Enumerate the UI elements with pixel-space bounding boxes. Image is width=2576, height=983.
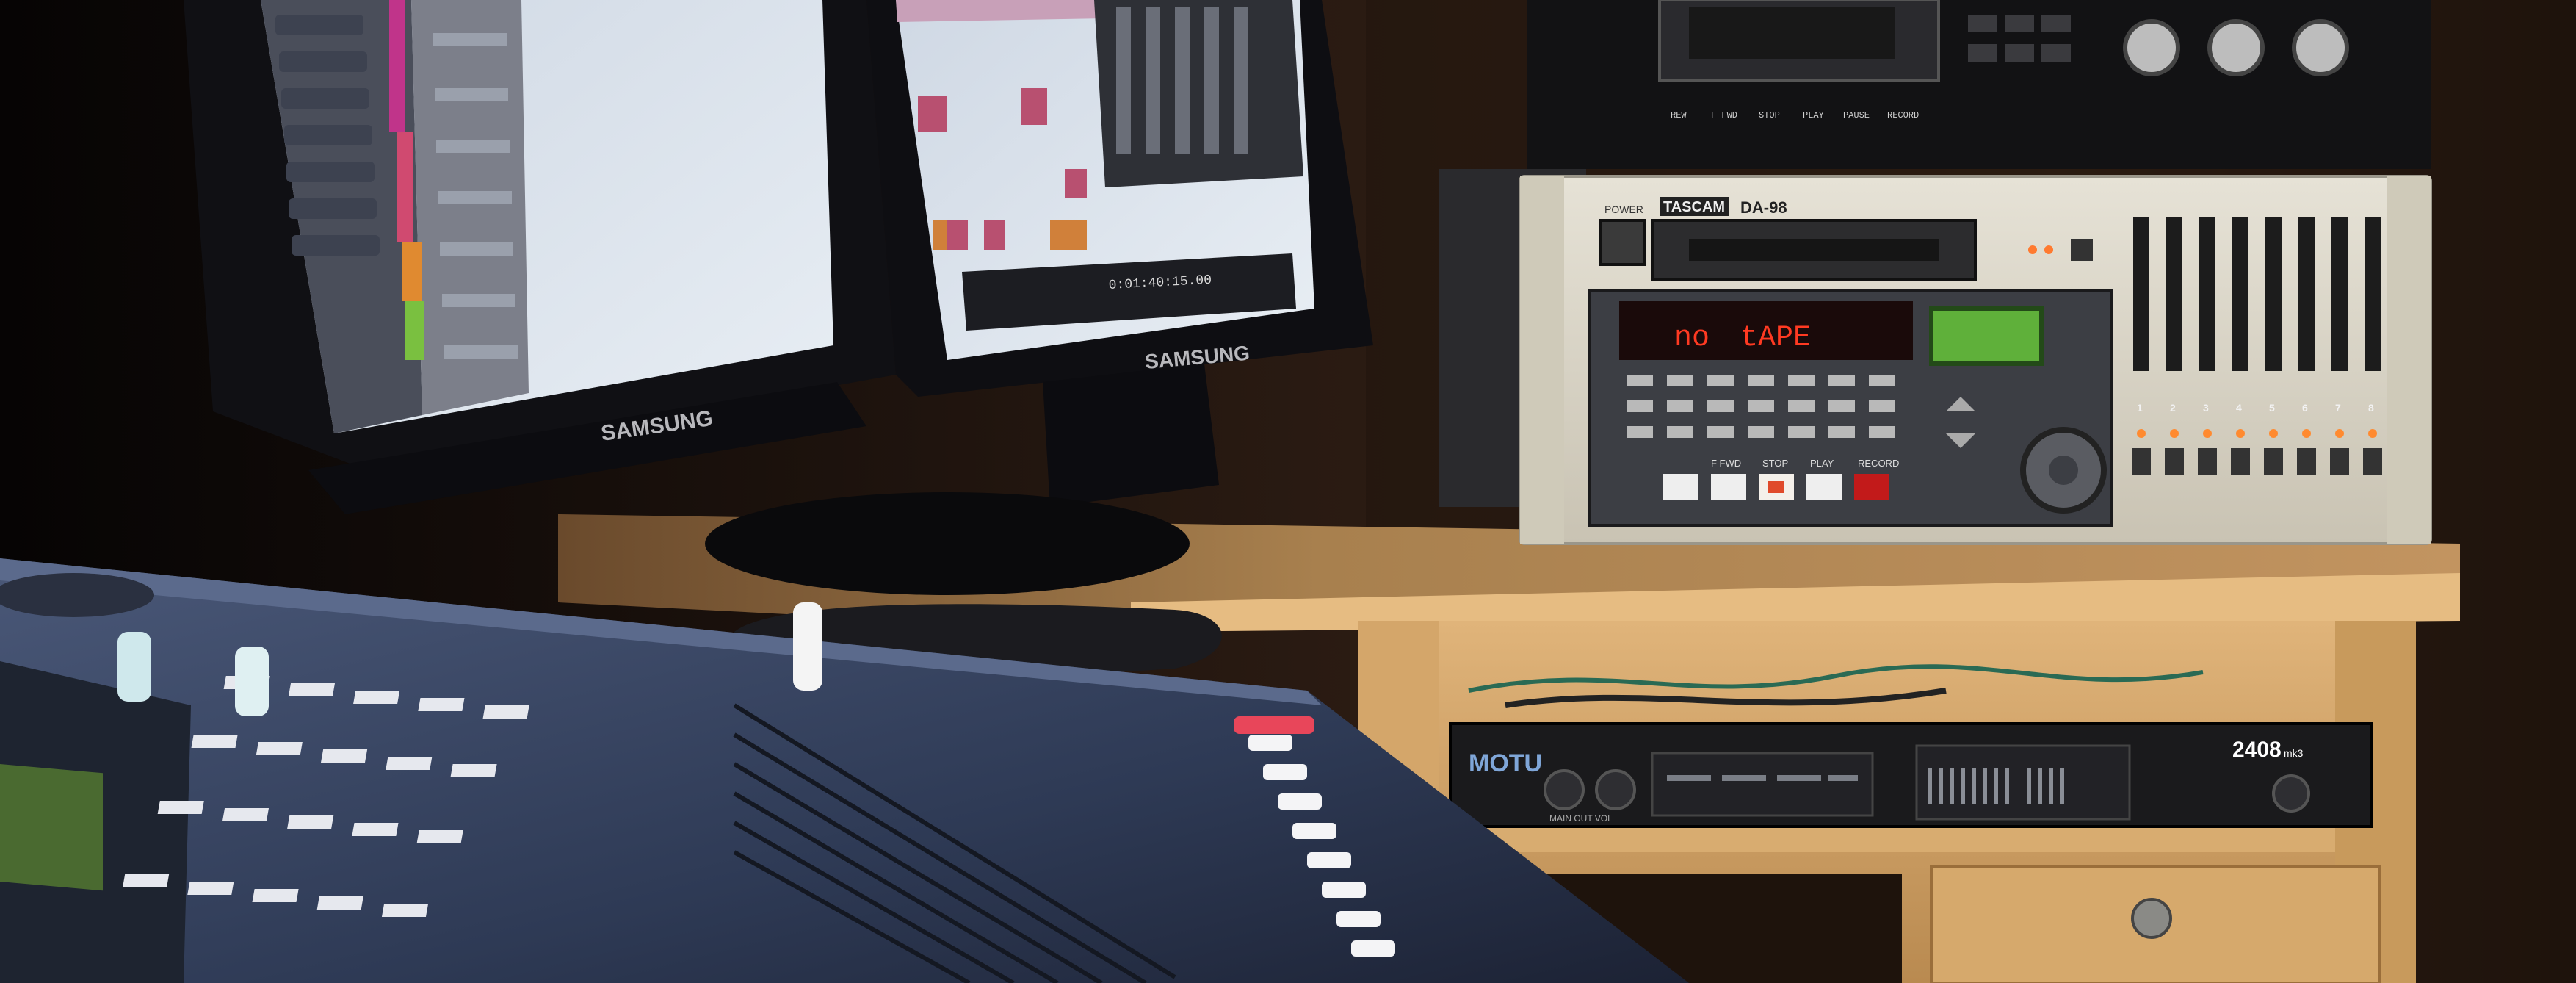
svg-text:5: 5 <box>2269 402 2275 414</box>
console-knob[interactable] <box>117 632 151 702</box>
svg-text:PLAY: PLAY <box>1803 110 1824 120</box>
svg-text:RECORD: RECORD <box>1887 110 1919 120</box>
svg-text:PLAY: PLAY <box>1810 458 1834 469</box>
svg-text:PAUSE: PAUSE <box>1843 110 1870 120</box>
svg-text:F FWD: F FWD <box>1711 110 1737 120</box>
display-text-2: tAPE <box>1740 322 1811 355</box>
record-button[interactable] <box>1854 474 1889 500</box>
studio-scene-svg: SAMSUNG 0:01:40:15.00 SAMSUNG REW F FWD … <box>0 0 2576 983</box>
play-button[interactable] <box>1806 474 1842 500</box>
svg-text:REW: REW <box>1671 110 1687 120</box>
display-text-1: no <box>1674 322 1710 355</box>
motu-model: 2408 <box>2232 738 2282 762</box>
ffwd-button[interactable] <box>1711 474 1746 500</box>
svg-text:2: 2 <box>2170 402 2176 414</box>
drawer-knob <box>2131 898 2172 939</box>
svg-text:mk3: mk3 <box>2284 747 2304 759</box>
power-button[interactable] <box>1599 219 1646 266</box>
console-knob[interactable] <box>235 647 269 716</box>
svg-text:F FWD: F FWD <box>1711 458 1741 469</box>
motu-2408: MOTU MAIN OUT VOL 2408 mk3 <box>1449 722 2373 828</box>
svg-text:6: 6 <box>2302 402 2308 414</box>
lcd-display <box>1929 306 2044 366</box>
main-out-volume-knob[interactable] <box>1544 769 1585 810</box>
svg-text:8: 8 <box>2368 402 2374 414</box>
svg-text:POWER: POWER <box>1604 204 1643 215</box>
left-monitor: SAMSUNG <box>184 0 896 514</box>
tascam-brand: TASCAM <box>1663 199 1725 215</box>
tascam-model: DA-98 <box>1740 198 1787 217</box>
top-deck: REW F FWD STOP PLAY PAUSE RECORD <box>1527 0 2431 169</box>
console-knob[interactable] <box>793 602 822 691</box>
svg-text:STOP: STOP <box>1762 458 1788 469</box>
tascam-da98: POWER TASCAM DA-98 no tAPE F FWD STOP PL… <box>1439 169 2432 545</box>
console-lcd <box>0 764 103 891</box>
svg-text:7: 7 <box>2335 402 2341 414</box>
svg-text:3: 3 <box>2203 402 2209 414</box>
studio-photo: SAMSUNG 0:01:40:15.00 SAMSUNG REW F FWD … <box>0 0 2576 983</box>
svg-text:RECORD: RECORD <box>1858 458 1899 469</box>
rewind-button[interactable] <box>1663 474 1698 500</box>
red-fader-cap <box>1234 716 1314 734</box>
svg-text:STOP: STOP <box>1759 110 1780 120</box>
motu-brand: MOTU <box>1469 749 1542 777</box>
svg-text:1: 1 <box>2137 402 2143 414</box>
svg-text:MAIN OUT VOL: MAIN OUT VOL <box>1549 813 1613 824</box>
svg-text:4: 4 <box>2236 402 2242 414</box>
